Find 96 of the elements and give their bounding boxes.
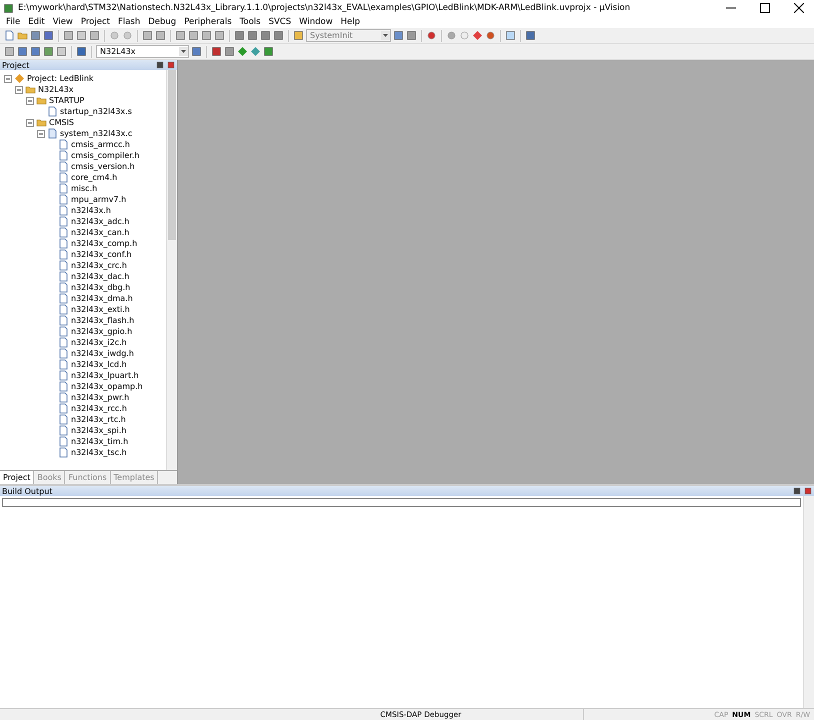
file-icon <box>58 425 69 436</box>
tree-item[interactable]: n32l43x_spi.h <box>71 426 126 435</box>
tree-item[interactable]: core_cm4.h <box>71 173 118 182</box>
menu-item[interactable]: Debug <box>144 16 180 28</box>
file-icon <box>58 403 69 414</box>
tree-item[interactable]: n32l43x_adc.h <box>71 217 130 226</box>
menu-item[interactable]: Peripherals <box>180 16 236 28</box>
file-icon <box>58 172 69 183</box>
tree-item[interactable]: mpu_armv7.h <box>71 195 126 204</box>
menu-item[interactable]: Edit <box>24 16 49 28</box>
tree-item[interactable]: n32l43x_dbg.h <box>71 283 130 292</box>
source-file-icon <box>47 128 58 139</box>
tree-item[interactable]: n32l43x_lcd.h <box>71 360 127 369</box>
tree-item[interactable]: n32l43x_conf.h <box>71 250 132 259</box>
file-icon <box>58 271 69 282</box>
tree-item[interactable]: CMSIS <box>49 118 74 127</box>
file-icon <box>58 381 69 392</box>
collapse-icon[interactable] <box>4 74 12 82</box>
tree-item[interactable]: startup_n32l43x.s <box>60 107 132 116</box>
folder-icon <box>36 117 47 128</box>
panel-title: Project <box>2 60 30 70</box>
file-icon <box>58 337 69 348</box>
open-folder-icon[interactable] <box>17 30 28 41</box>
file-icon <box>47 106 58 117</box>
file-icon <box>58 238 69 249</box>
tree-item[interactable]: n32l43x_rtc.h <box>71 415 126 424</box>
file-icon <box>58 161 69 172</box>
file-icon <box>58 150 69 161</box>
collapse-icon[interactable] <box>26 118 34 126</box>
menu-item[interactable]: File <box>2 16 24 28</box>
folder-icon <box>36 95 47 106</box>
panel-tab[interactable]: Project <box>0 471 34 484</box>
tree-item[interactable]: n32l43x_tim.h <box>71 437 128 446</box>
tree-item[interactable]: n32l43x_iwdg.h <box>71 349 134 358</box>
tree-item[interactable]: cmsis_armcc.h <box>71 140 130 149</box>
file-icon <box>58 293 69 304</box>
tree-item[interactable]: n32l43x_pwr.h <box>71 393 130 402</box>
tree-item[interactable]: misc.h <box>71 184 98 193</box>
scrollbar[interactable] <box>803 496 814 708</box>
tree-item[interactable]: n32l43x_exti.h <box>71 305 130 314</box>
tree-item[interactable]: STARTUP <box>49 96 84 105</box>
menu-item[interactable]: Window <box>295 16 337 28</box>
file-icon <box>58 359 69 370</box>
file-icon <box>58 260 69 271</box>
tree-item[interactable]: n32l43x_comp.h <box>71 239 138 248</box>
window-title: E:\mywork\hard\STM32\Nationstech.N32L43x_Library.1.1.0\projects\n32l43x_EVAL\examples\GPIO\LedBlink\MDK-ARM\LedBlink.uvprojx - µVision <box>18 3 632 13</box>
file-icon <box>58 282 69 293</box>
maximize-icon[interactable] <box>760 3 770 13</box>
file-icon <box>58 326 69 337</box>
tree-item[interactable]: n32l43x.h <box>71 206 111 215</box>
file-icon <box>58 304 69 315</box>
breakpoint-icon[interactable] <box>446 30 457 41</box>
tree-item[interactable]: n32l43x_rcc.h <box>71 404 127 413</box>
tree-item[interactable]: n32l43x_crc.h <box>71 261 127 270</box>
collapse-icon[interactable] <box>26 96 34 104</box>
tree-item[interactable]: cmsis_version.h <box>71 162 135 171</box>
menu-item[interactable]: Project <box>76 16 114 28</box>
tree-item[interactable]: n32l43x_i2c.h <box>71 338 127 347</box>
tree-item[interactable]: n32l43x_opamp.h <box>71 382 143 391</box>
file-icon <box>58 194 69 205</box>
file-icon <box>58 216 69 227</box>
file-icon <box>58 436 69 447</box>
scrollbar[interactable] <box>166 70 177 470</box>
tree-item[interactable]: system_n32l43x.c <box>60 129 132 138</box>
tree-item[interactable]: n32l43x_dma.h <box>71 294 133 303</box>
file-icon <box>58 392 69 403</box>
tree-item[interactable]: n32l43x_dac.h <box>71 272 130 281</box>
menu-item[interactable]: Tools <box>236 16 265 28</box>
dropdown-arrow-icon[interactable] <box>179 47 188 56</box>
menu-item[interactable]: Help <box>336 16 364 28</box>
file-icon <box>58 315 69 326</box>
tree-item[interactable]: n32l43x_gpio.h <box>71 327 132 336</box>
menu-item[interactable]: View <box>48 16 77 28</box>
menu-item[interactable]: SVCS <box>264 16 296 28</box>
file-icon <box>58 414 69 425</box>
file-icon <box>58 348 69 359</box>
file-icon <box>58 370 69 381</box>
panel-title: Build Output <box>2 486 54 496</box>
tree-item[interactable]: Project: LedBlink <box>27 74 94 83</box>
file-icon <box>58 249 69 260</box>
target-combo[interactable]: N32L43x <box>96 45 189 58</box>
file-icon <box>58 205 69 216</box>
tree-item[interactable]: n32l43x_tsc.h <box>71 448 127 457</box>
tree-item[interactable]: n32l43x_flash.h <box>71 316 134 325</box>
file-icon <box>58 227 69 238</box>
new-file-icon[interactable] <box>4 30 15 41</box>
file-icon <box>58 183 69 194</box>
collapse-icon[interactable] <box>15 86 23 94</box>
menu-item[interactable]: Flash <box>114 16 144 28</box>
tree-item[interactable]: N32L43x <box>38 85 74 94</box>
file-icon <box>58 139 69 150</box>
tree-item[interactable]: cmsis_compiler.h <box>71 151 140 160</box>
collapse-icon[interactable] <box>37 130 45 138</box>
tree-item[interactable]: n32l43x_can.h <box>71 228 130 237</box>
file-icon <box>58 447 69 458</box>
tree-item[interactable]: n32l43x_lpuart.h <box>71 371 139 380</box>
